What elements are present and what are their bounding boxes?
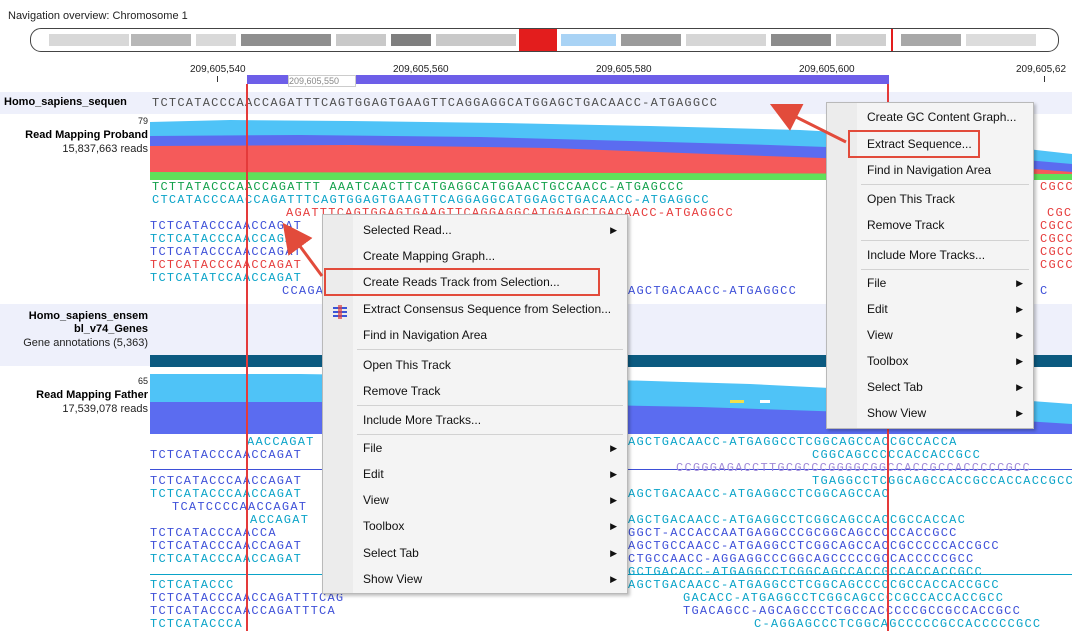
arrow-to-reference — [769, 103, 847, 144]
annotation-arrows — [282, 103, 847, 277]
arrow-to-read — [282, 222, 324, 277]
